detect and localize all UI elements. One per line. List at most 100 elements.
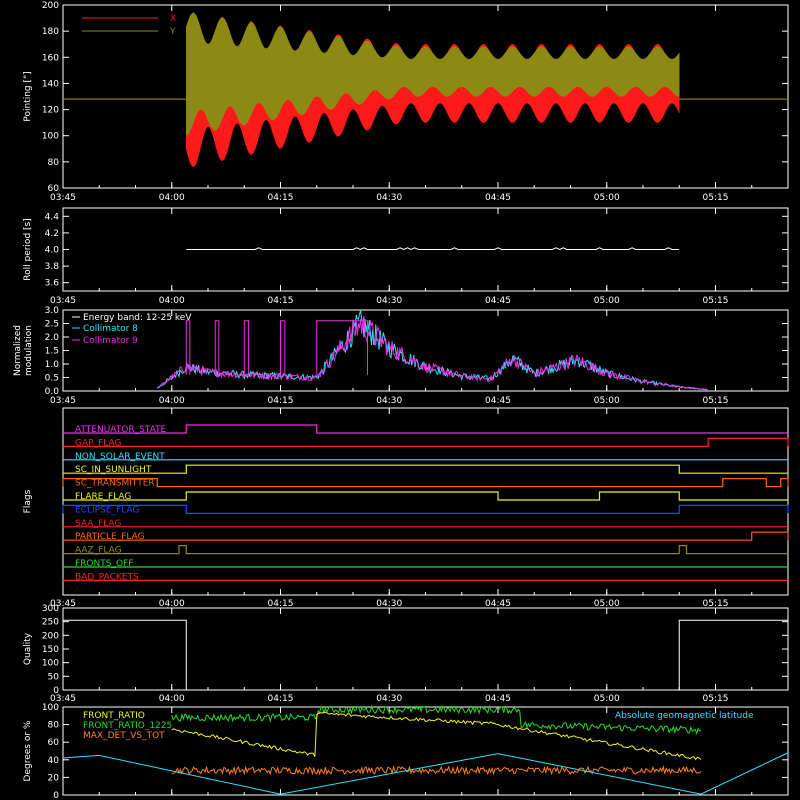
y-tick-label: 3.8 [45,262,60,272]
y-tick-label: 0 [53,686,59,696]
panel-ratios: 0 20 40 60 80 100 Degrees or % FRONT_RATIOFRONT… [23,703,789,800]
legend-title: Energy band: 12-25 keV [83,313,192,323]
y-tick-label: 4.4 [45,212,60,222]
x-tick-label: 04:45 [485,296,511,306]
y-tick-label: 20 [48,773,60,783]
x-tick-label: 04:30 [376,296,402,306]
y-tick-label: 0 [53,791,59,800]
flag-label: ECLIPSE_FLAG [75,505,139,515]
y-tick-label: 4.2 [45,229,59,239]
flag-line [63,491,788,501]
x-tick-label: 05:15 [703,694,729,704]
y-tick-label: 120 [42,106,59,116]
y-tick-label: 100 [42,703,59,713]
y-tick-label: 200 [42,1,59,11]
y-tick-label: 250 [42,618,59,628]
y-tick-label: 150 [42,645,59,655]
flag-line [62,478,789,488]
x-tick-label: 05:00 [594,296,620,306]
y-tick-label: 140 [42,79,59,89]
x-tick-label: 04:30 [376,193,402,203]
x-tick-label: 03:45 [50,193,76,203]
flag-line [62,504,789,514]
x-tick-label: 04:15 [268,193,294,203]
y-tick-label: 1.5 [45,347,59,357]
x-tick-label: 05:15 [703,296,729,306]
y-tick-label: 0.5 [45,374,59,384]
y-tick-label: 300 [42,604,59,614]
x-tick-label: 04:45 [485,694,511,704]
y-tick-label: 3.6 [45,279,60,289]
legend-label: Collimator 9 [83,336,138,346]
y-tick-label: 200 [42,631,59,641]
series-max-det-vs-tot [171,765,702,776]
legend-label: X [170,14,176,24]
x-tick-label: 04:00 [159,396,185,406]
y-axis-label: modulation [24,325,34,376]
legend-label: FRONT_RATIO [83,711,145,721]
y-tick-label: 4.0 [45,246,60,256]
rhessi-quicklook-figure: 03:45 04:00 04:15 04:30 04:45 05:00 05:15 60 80 1… [13,1,789,800]
panel-flags: 03:45 04:00 04:15 04:30 04:45 05:00 05:15Flags… [23,407,789,609]
y-tick-label: 3.0 [45,306,60,316]
y-axis-label: Flags [23,489,33,513]
y-tick-label: 60 [48,184,60,194]
y-tick-label: 80 [48,721,60,731]
x-tick-label: 03:45 [50,296,76,306]
y-axis-label: Pointing ["] [23,71,33,121]
series-roll-period [186,247,680,251]
x-tick-label: 03:45 [50,396,76,406]
y-tick-label: 80 [48,158,60,168]
series-geomagnetic-latitude [62,752,789,795]
x-tick-label: 04:45 [485,396,511,406]
attenuator-pulse [243,320,250,375]
y-tick-label: 2.0 [45,333,60,343]
x-tick-label: 04:15 [268,296,294,306]
y-tick-label: 40 [48,756,60,766]
y-axis-label: Quality [23,632,33,665]
y-tick-label: 0.0 [45,387,60,397]
y-axis-label: Degrees or % [23,720,33,781]
y-tick-label: 100 [42,659,59,669]
y-tick-label: 60 [48,738,60,748]
flag-line [63,424,788,434]
x-tick-label: 05:15 [703,396,729,406]
legend-label: MAX_DET_VS_TOT [83,731,165,741]
panel-modulation: 03:45 04:00 04:15 04:30 04:45 05:00 05:15 0.0 0.… [13,306,789,406]
flag-line [63,531,789,541]
flag-line [63,437,789,447]
y-axis-label: Normalized [13,325,23,376]
y-tick-label: 100 [42,132,59,142]
series-quality [63,619,788,691]
x-tick-label: 05:00 [594,396,620,406]
x-tick-label: 04:15 [268,694,294,704]
panel-quality: 03:45 04:00 04:15 04:30 04:45 05:00 05:1505010… [23,604,789,704]
x-tick-label: 05:15 [703,193,729,203]
x-tick-label: 04:00 [159,193,185,203]
flag-line [63,545,788,555]
legend-label: Absolute geomagnetic latitude [615,711,754,721]
x-tick-label: 04:00 [159,296,185,306]
y-tick-label: 180 [42,27,59,37]
y-tick-label: 2.5 [45,320,59,330]
series-collimator-9 [156,316,708,391]
attenuator-pulse [214,320,220,375]
flag-line [63,464,788,474]
attenuator-pulse [280,320,286,375]
x-tick-label: 04:30 [376,396,402,406]
y-tick-label: 50 [48,672,60,682]
panel-roll: 03:45 04:00 04:15 04:30 04:45 05:00 05:15 3.6 3.… [23,207,789,306]
x-tick-label: 04:45 [485,193,511,203]
y-axis-label: Roll period [s] [23,218,33,280]
series-collimator-8 [157,309,708,391]
legend-label: FRONT_RATIO_1225 [83,721,172,731]
y-tick-label: 160 [42,53,59,63]
y-tick-label: 1.0 [45,360,60,370]
legend-label: Y [169,27,176,37]
x-tick-label: 05:00 [594,193,620,203]
flag-label: SC_TRANSMITTER [75,479,155,489]
x-tick-label: 04:00 [159,694,185,704]
x-tick-label: 05:00 [594,694,620,704]
x-tick-label: 04:30 [376,694,402,704]
legend-label: Collimator 8 [83,324,138,334]
